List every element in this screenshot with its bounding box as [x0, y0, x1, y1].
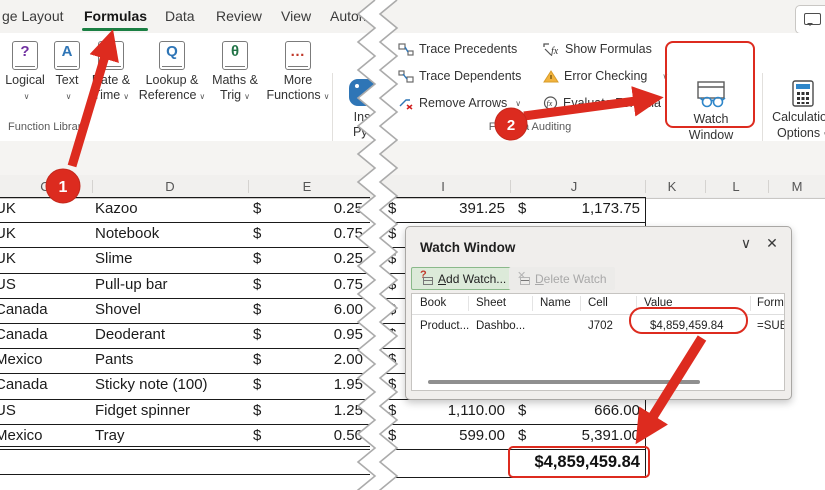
table-row: US Pull-up bar $0.75 [0, 274, 370, 299]
table-row: UK Slime $0.25 [0, 248, 370, 274]
watch-row-formula[interactable]: =SUBT [757, 320, 784, 332]
python-icon [348, 79, 376, 106]
ribbon: ? Logical ∨ A Text ∨ ◷ Date & Time ∨ Q Lo… [0, 33, 825, 161]
tab-page-layout[interactable]: ge Layout [2, 0, 64, 33]
delete-watch-icon: ✕ [517, 270, 530, 285]
svg-text:fx: fx [551, 46, 559, 56]
text-button[interactable]: A Text ∨ [48, 41, 86, 104]
trace-precedents-icon [398, 42, 414, 56]
add-watch-icon: ? [420, 269, 433, 285]
empty-total-row[interactable] [0, 450, 370, 475]
remove-arrows-icon [399, 98, 413, 110]
insert-python-button[interactable]: Ins Pyt [342, 79, 382, 140]
watch-row-sheet[interactable]: Dashbo... [476, 320, 525, 332]
column-header-l[interactable]: L [721, 175, 751, 198]
table-row: $599.00 $5,391.00 [382, 425, 645, 450]
watch-row-book[interactable]: Product... [420, 320, 469, 332]
column-header-e[interactable]: E [292, 175, 322, 198]
chevron-down-icon: ∨ [23, 92, 30, 101]
table-row: Mexico Tray $0.50 [0, 425, 370, 450]
chevron-down-icon: ∨ [65, 92, 72, 101]
evaluate-formula-icon: fx [543, 96, 558, 110]
column-header-d[interactable]: D [155, 175, 185, 198]
table-row: Canada Sticky note (100) $1.95 [0, 374, 370, 400]
magnifier-icon: Q [159, 41, 185, 70]
calculator-icon [792, 80, 814, 107]
left-data-table: UK Kazoo $0.25 UK Notebook $0.75 UK Slime $0.2… [0, 197, 370, 475]
watch-list-table: Book Sheet Name Cell Value Formu Product… [411, 293, 785, 391]
table-row: UK Notebook $0.75 [0, 223, 370, 249]
grand-total-value: $4,859,459.84 [534, 452, 640, 471]
column-header-k[interactable]: K [657, 175, 687, 198]
delete-watch-button[interactable]: ✕ Delete Watch [509, 267, 615, 290]
collapse-chevron-icon[interactable]: ∨ [736, 235, 756, 252]
trace-dependents-button[interactable]: Trace Dependents [398, 69, 521, 83]
column-header-c[interactable]: C [30, 175, 60, 198]
table-row: Mexico Pants $2.00 [0, 349, 370, 375]
watch-window-icon [697, 81, 726, 108]
comment-icon [804, 13, 821, 26]
warning-triangle-icon [543, 69, 559, 82]
clock-icon: ◷ [98, 41, 124, 70]
col-formula[interactable]: Formu [757, 297, 784, 309]
theta-icon: θ [222, 41, 248, 70]
error-checking-button[interactable]: Error Checking ∨ [543, 69, 668, 83]
horizontal-scrollbar[interactable] [428, 380, 700, 384]
table-row: Canada Shovel $6.00 [0, 299, 370, 324]
excel-window: ge Layout Formulas Data Review View Auto… [0, 0, 825, 490]
column-header-j[interactable]: J [559, 175, 589, 198]
trace-dependents-icon [398, 69, 414, 83]
table-row: US Fidget spinner $1.25 [0, 400, 370, 425]
table-row: Canada Deoderant $0.95 [0, 324, 370, 350]
table-row: UK Kazoo $0.25 [0, 198, 370, 224]
trace-precedents-button[interactable]: Trace Precedents [398, 42, 517, 56]
logical-button[interactable]: ? Logical ∨ [2, 41, 48, 104]
chevron-down-icon: ∨ [323, 92, 330, 101]
col-name[interactable]: Name [540, 297, 571, 309]
ribbon-tab-bar: ge Layout Formulas Data Review View Auto… [0, 0, 825, 34]
text-icon: A [54, 41, 80, 70]
close-icon[interactable]: ✕ [762, 235, 782, 252]
formula-auditing-group-label: Formula Auditing [488, 121, 572, 133]
more-functions-button[interactable]: … More Functions ∨ [259, 41, 337, 104]
col-value[interactable]: Value [644, 297, 673, 309]
calculation-options-button[interactable]: Calculation Options∨ [758, 76, 825, 143]
col-book[interactable]: Book [420, 297, 446, 309]
col-sheet[interactable]: Sheet [476, 297, 506, 309]
tab-view[interactable]: View [281, 0, 311, 33]
tab-data[interactable]: Data [165, 0, 195, 33]
active-tab-underline [82, 28, 148, 31]
col-cell[interactable]: Cell [588, 297, 608, 309]
svg-text:fx: fx [547, 99, 553, 108]
tab-review[interactable]: Review [216, 0, 262, 33]
watch-window-dialog: Watch Window ∨ ✕ ? Add Watch... ✕ Delete… [405, 226, 792, 400]
table-row: $1,110.00 $666.00 [382, 400, 645, 425]
gridline [645, 197, 825, 198]
evaluate-formula-button[interactable]: fx Evaluate Formula [543, 96, 661, 110]
chevron-down-icon: ∨ [244, 92, 250, 101]
show-formulas-button[interactable]: fx Show Formulas [543, 42, 652, 56]
column-header-i[interactable]: I [428, 175, 458, 198]
formula-bar-strip [0, 141, 825, 175]
ellipsis-icon: … [285, 41, 311, 70]
watch-row-value[interactable]: $4,859,459.84 [650, 320, 724, 332]
comment-button[interactable] [795, 5, 825, 34]
column-header-row: C D E I J K L M [0, 175, 825, 199]
tab-automate[interactable]: Autom [330, 0, 370, 33]
add-watch-button[interactable]: ? Add Watch... [411, 267, 516, 290]
watch-row-cell[interactable]: J702 [588, 320, 613, 332]
function-library-group-label: Function Library [8, 121, 87, 133]
grand-total-cell[interactable]: $4,859,459.84 [382, 450, 645, 478]
remove-arrows-button[interactable]: Remove Arrows ∨ [398, 96, 521, 110]
chevron-down-icon: ∨ [515, 98, 522, 108]
column-header-m[interactable]: M [782, 175, 812, 198]
watch-window-title[interactable]: Watch Window [420, 240, 515, 255]
logical-icon: ? [12, 41, 38, 70]
table-row: $391.25 $1,173.75 [382, 198, 645, 224]
show-formulas-icon: fx [543, 42, 559, 56]
